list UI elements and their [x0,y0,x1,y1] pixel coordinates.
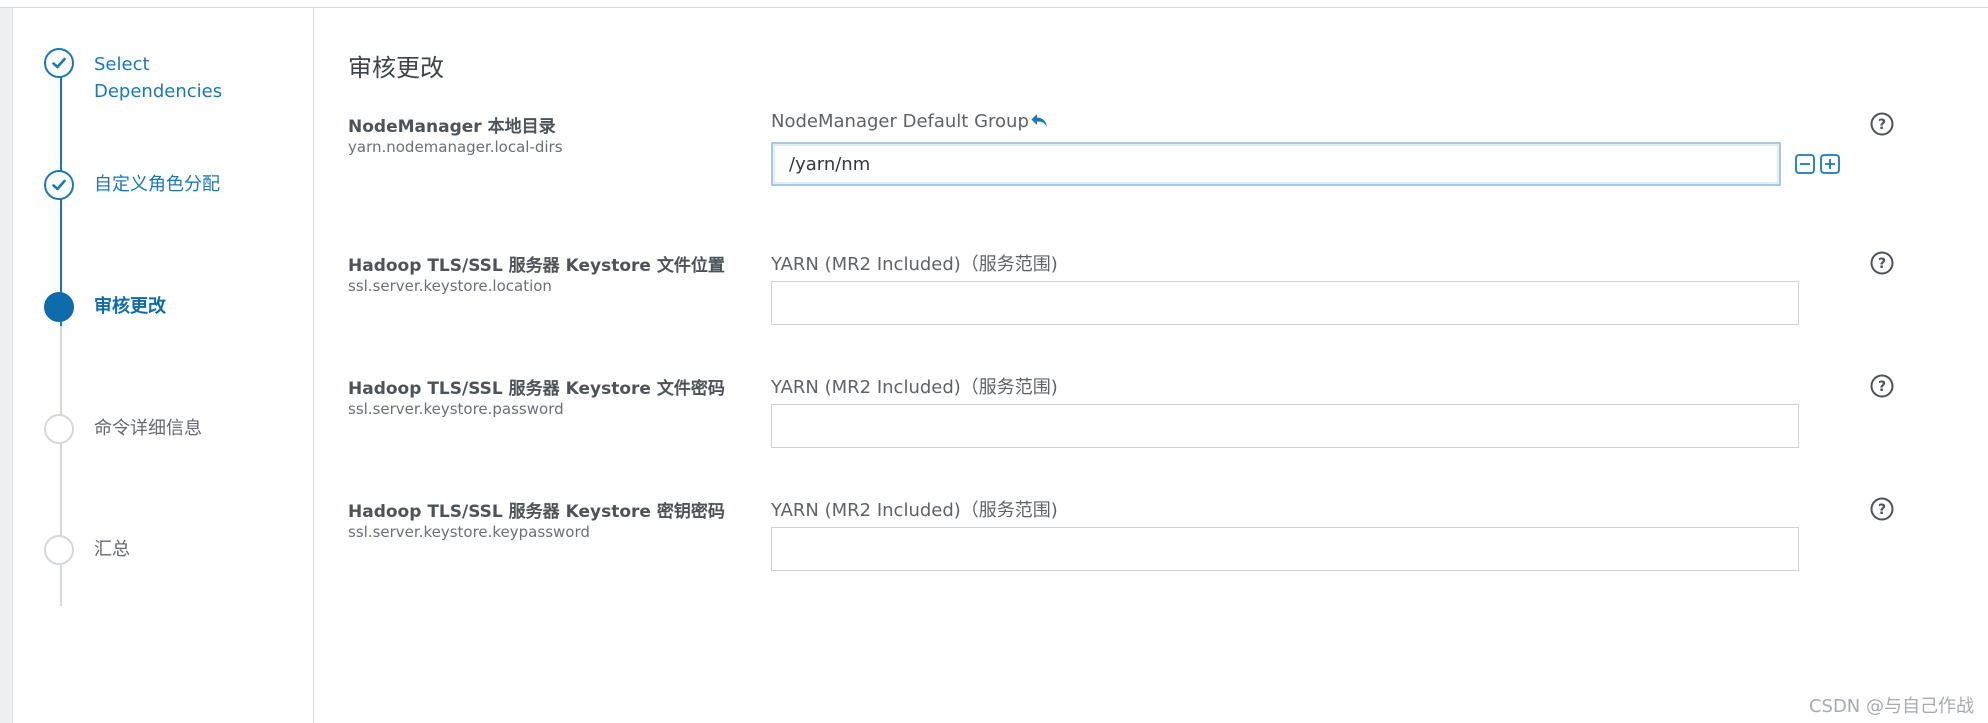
question-circle-icon[interactable]: ? [1869,250,1895,276]
watermark: CSDN @与自己作战 [1808,696,1974,717]
top-border [0,0,1988,8]
empty-circle-icon [44,535,74,565]
property-key: ssl.server.keystore.keypassword [348,523,590,541]
question-circle-icon[interactable]: ? [1869,111,1895,137]
keystore-password-input[interactable] [771,404,1799,448]
empty-circle-icon [44,414,74,444]
property-title: NodeManager 本地目录 [348,117,556,137]
property-title: Hadoop TLS/SSL 服务器 Keystore 密钥密码 [348,502,725,522]
left-edge-strip [0,8,13,723]
step-label-line1: Select [94,54,150,75]
step-command-details[interactable]: 命令详细信息 [13,414,313,450]
check-icon [44,170,74,200]
review-changes-panel: 审核更改 NodeManager 本地目录 yarn.nodemanager.l… [314,8,1988,723]
step-label: 命令详细信息 [94,418,202,439]
undo-arrow-icon[interactable] [1030,112,1050,130]
keystore-location-input[interactable] [771,281,1799,325]
property-scope: YARN (MR2 Included)（服务范围) [771,254,1058,275]
svg-text:?: ? [1878,379,1886,395]
svg-text:?: ? [1878,256,1886,272]
property-scope: NodeManager Default Group [771,111,1029,132]
step-summary[interactable]: 汇总 [13,535,313,571]
step-label-line2: Dependencies [94,81,223,102]
property-title: Hadoop TLS/SSL 服务器 Keystore 文件密码 [348,379,725,399]
local-dirs-input[interactable] [771,142,1781,186]
step-label: 汇总 [94,539,130,560]
current-step-dot-icon [44,292,74,322]
svg-text:?: ? [1878,502,1886,518]
page-title: 审核更改 [348,54,444,82]
plus-square-icon[interactable] [1820,154,1840,174]
property-title: Hadoop TLS/SSL 服务器 Keystore 文件位置 [348,256,725,276]
question-circle-icon[interactable]: ? [1869,373,1895,399]
property-key: ssl.server.keystore.location [348,277,552,295]
keystore-keypassword-input[interactable] [771,527,1799,571]
step-review-changes[interactable]: 审核更改 [13,292,313,328]
property-scope: YARN (MR2 Included)（服务范围) [771,500,1058,521]
question-circle-icon[interactable]: ? [1869,496,1895,522]
check-icon [44,48,74,78]
step-custom-role-assignment[interactable]: 自定义角色分配 [13,170,313,206]
step-label: Select Dependencies [94,51,222,105]
wizard-steps-sidebar: Select Dependencies 自定义角色分配 审核更改 命令详细信息 … [13,8,314,723]
property-key: ssl.server.keystore.password [348,400,564,418]
minus-square-icon[interactable] [1795,154,1815,174]
step-select-dependencies[interactable]: Select Dependencies [13,48,313,108]
step-label: 审核更改 [94,296,166,317]
property-key: yarn.nodemanager.local-dirs [348,138,563,156]
svg-text:?: ? [1878,117,1886,133]
step-label: 自定义角色分配 [94,174,220,195]
property-scope: YARN (MR2 Included)（服务范围) [771,377,1058,398]
